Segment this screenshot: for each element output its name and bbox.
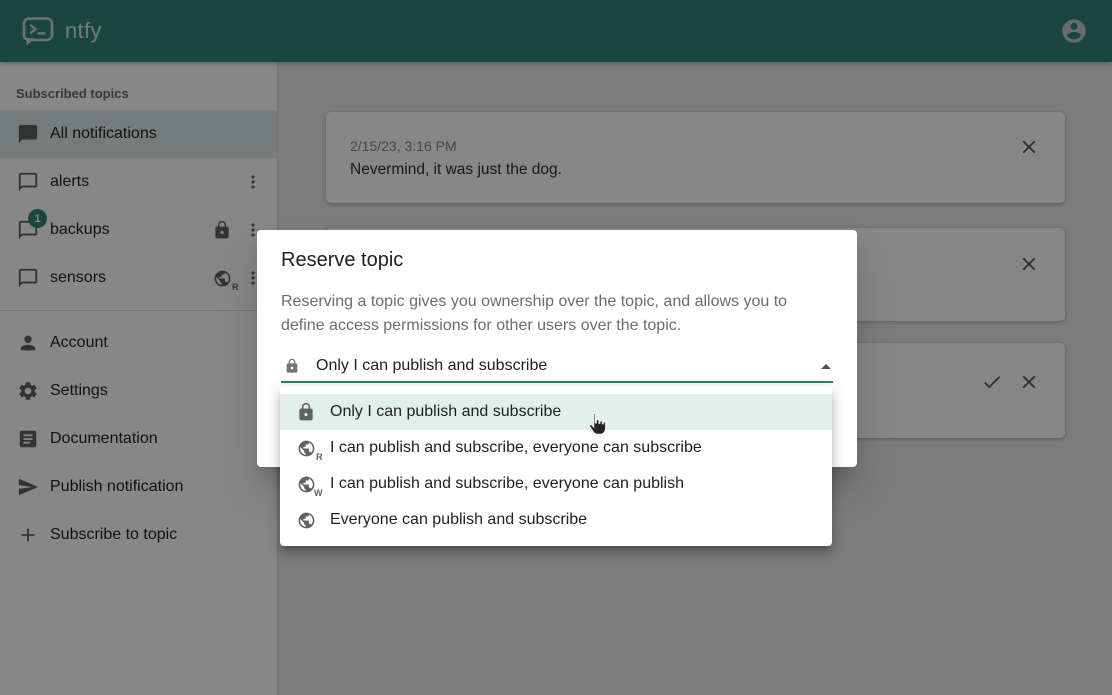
menu-option-label: I can publish and subscribe, everyone ca…: [330, 439, 702, 457]
dialog-description: Reserving a topic gives you ownership ov…: [281, 290, 833, 338]
menu-option-everyone-can-publish[interactable]: W I can publish and subscribe, everyone …: [280, 466, 832, 502]
lock-icon: [284, 358, 300, 374]
globe-icon: [296, 510, 316, 530]
globe-write-icon: W: [296, 474, 316, 494]
menu-option-label: Everyone can publish and subscribe: [330, 511, 587, 529]
globe-read-only-icon: R: [296, 438, 316, 458]
dialog-title: Reserve topic: [281, 246, 833, 274]
select-value: Only I can publish and subscribe: [316, 357, 547, 375]
menu-option-label: I can publish and subscribe, everyone ca…: [330, 475, 684, 493]
menu-option-everyone[interactable]: Everyone can publish and subscribe: [280, 502, 832, 538]
menu-option-only-me[interactable]: Only I can publish and subscribe: [280, 394, 832, 430]
access-permission-select[interactable]: Only I can publish and subscribe: [281, 351, 833, 383]
menu-option-everyone-can-subscribe[interactable]: R I can publish and subscribe, everyone …: [280, 430, 832, 466]
lock-icon: [296, 402, 316, 422]
access-permission-menu: Only I can publish and subscribe R I can…: [280, 386, 832, 546]
chevron-up-icon: [814, 355, 838, 379]
menu-option-label: Only I can publish and subscribe: [330, 403, 561, 421]
